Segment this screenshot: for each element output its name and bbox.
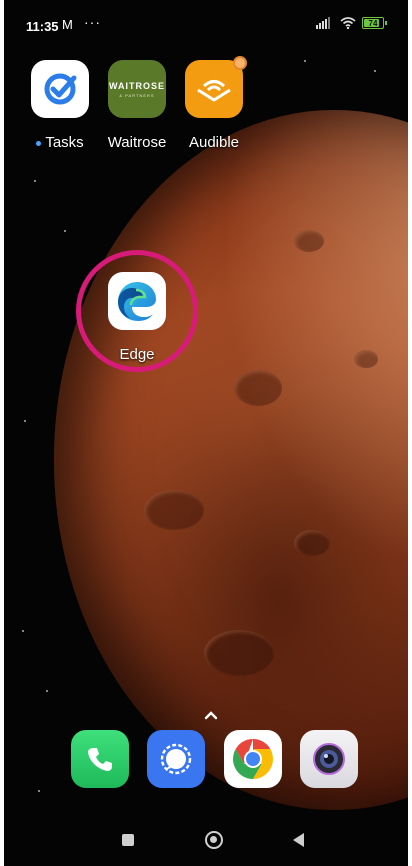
battery-icon: 74	[362, 17, 387, 29]
waitrose-logo-text: WAITROSE	[108, 80, 165, 91]
waitrose-icon[interactable]: WAITROSE & PARTNERS	[108, 60, 166, 118]
signal-messenger-icon[interactable]	[147, 730, 205, 788]
star	[24, 420, 26, 422]
app-label: Waitrose	[107, 134, 167, 151]
notification-dot	[233, 56, 247, 70]
app-edge[interactable]: Edge	[97, 272, 177, 363]
cell-signal-icon	[316, 17, 330, 29]
star	[64, 230, 66, 232]
star	[374, 70, 376, 72]
star	[304, 60, 306, 62]
crater	[294, 530, 330, 556]
crater	[294, 230, 324, 252]
camera-icon[interactable]	[300, 730, 358, 788]
wifi-icon	[340, 17, 356, 29]
more-notifications-icon: ···	[84, 14, 101, 30]
home-button[interactable]	[205, 831, 223, 849]
phone-icon[interactable]	[71, 730, 129, 788]
tasks-icon[interactable]	[31, 60, 89, 118]
recents-button[interactable]	[122, 834, 134, 846]
chrome-icon[interactable]	[224, 730, 282, 788]
new-install-dot	[36, 140, 42, 146]
crater	[234, 370, 282, 406]
star	[46, 690, 48, 692]
status-icons: 74	[316, 17, 387, 29]
dock	[4, 730, 408, 792]
crater	[354, 350, 378, 368]
clock: 11:35	[26, 19, 59, 34]
app-label: Audible	[188, 134, 240, 151]
home-screen: 11:35 M ··· 74 Tasks WAITROSE & PARTNERS…	[0, 0, 412, 866]
star	[22, 630, 24, 632]
waitrose-logo-subtext: & PARTNERS	[119, 92, 155, 98]
audible-icon[interactable]	[185, 56, 247, 118]
battery-level: 74	[368, 18, 378, 28]
app-audible[interactable]: Audible	[174, 56, 254, 151]
app-drawer-chevron-up-icon[interactable]	[204, 707, 218, 725]
crater	[144, 490, 204, 530]
status-bar: 11:35 M ··· 74	[4, 0, 408, 48]
navigation-bar	[4, 818, 408, 866]
app-label: Edge	[119, 346, 155, 363]
star	[34, 180, 36, 182]
app-tasks[interactable]: Tasks	[20, 60, 100, 151]
app-waitrose[interactable]: WAITROSE & PARTNERS Waitrose	[97, 60, 177, 151]
edge-icon[interactable]	[108, 272, 166, 330]
app-label: Tasks	[20, 134, 100, 151]
back-button[interactable]	[293, 833, 304, 847]
gmail-icon: M	[62, 17, 73, 32]
crater	[204, 630, 274, 676]
